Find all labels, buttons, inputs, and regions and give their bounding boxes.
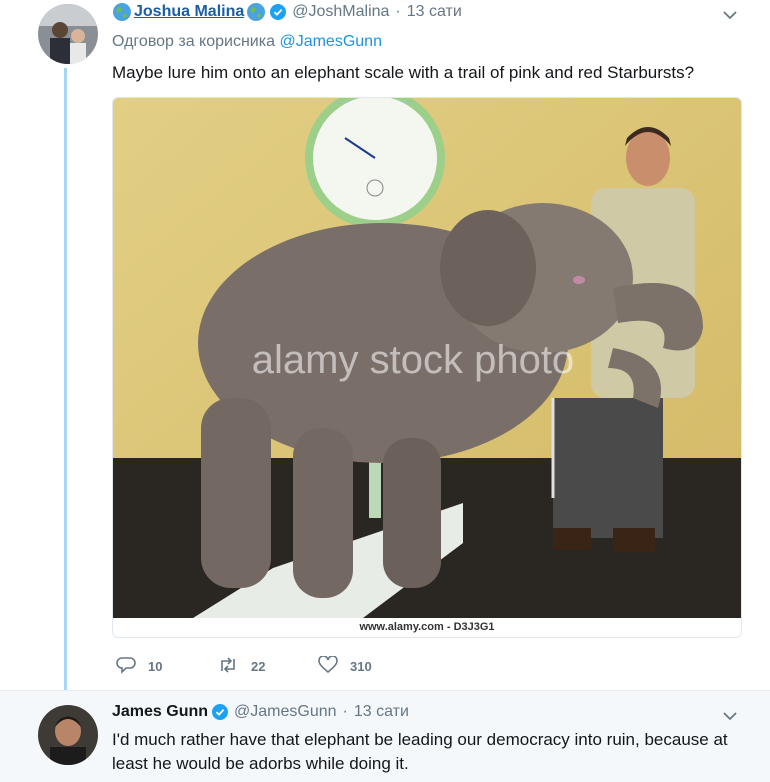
- avatar[interactable]: [38, 4, 98, 64]
- reply-context: Одговор за корисника @JamesGunn: [112, 33, 382, 51]
- globe-icon: [246, 2, 266, 22]
- image-caption: www.alamy.com - D3J3G1: [359, 621, 495, 633]
- like-count: 310: [350, 659, 372, 674]
- tweet-text: Maybe lure him onto an elephant scale wi…: [112, 63, 695, 82]
- reply-count: 10: [148, 659, 163, 674]
- reply-icon: [116, 656, 148, 677]
- display-name[interactable]: James Gunn: [112, 703, 208, 721]
- avatar[interactable]: [38, 705, 98, 765]
- reply-prefix: Одговор за корисника: [112, 33, 275, 50]
- display-name[interactable]: Joshua Malina: [134, 3, 244, 21]
- verified-icon: [270, 4, 287, 20]
- tweet-actions: 10 22 310: [116, 655, 419, 677]
- tweet-header: James Gunn @JamesGunn · 13 сати: [112, 703, 409, 721]
- handle[interactable]: @JoshMalina: [292, 3, 389, 21]
- chevron-down-icon[interactable]: [722, 709, 738, 721]
- separator: ·: [342, 703, 348, 720]
- image-watermark: alamy stock photo: [252, 338, 574, 382]
- reply-to-link[interactable]: @JamesGunn: [279, 33, 382, 50]
- like-button[interactable]: 310: [318, 655, 419, 677]
- reply-button[interactable]: 10: [116, 656, 217, 677]
- tweet-joshua-malina[interactable]: Joshua Malina @JoshMalina · 13 сати Одго…: [0, 0, 770, 690]
- verified-icon: [212, 704, 229, 720]
- chevron-down-icon[interactable]: [722, 8, 738, 20]
- handle[interactable]: @JamesGunn: [234, 703, 337, 721]
- tweet-text: I'd much rather have that elephant be le…: [112, 730, 728, 773]
- retweet-icon: [217, 656, 251, 677]
- retweet-count: 22: [251, 659, 266, 674]
- tweet-photo[interactable]: alamy stock photo www.alamy.com - D3J3G1: [112, 97, 742, 638]
- timestamp[interactable]: 13 сати: [407, 3, 462, 21]
- timestamp[interactable]: 13 сати: [354, 703, 409, 721]
- retweet-button[interactable]: 22: [217, 656, 318, 677]
- separator: ·: [395, 3, 401, 20]
- tweet-header: Joshua Malina @JoshMalina · 13 сати: [112, 2, 462, 22]
- globe-icon: [112, 2, 132, 22]
- tweet-james-gunn[interactable]: James Gunn @JamesGunn · 13 сати I'd much…: [0, 690, 770, 782]
- like-icon: [318, 655, 350, 677]
